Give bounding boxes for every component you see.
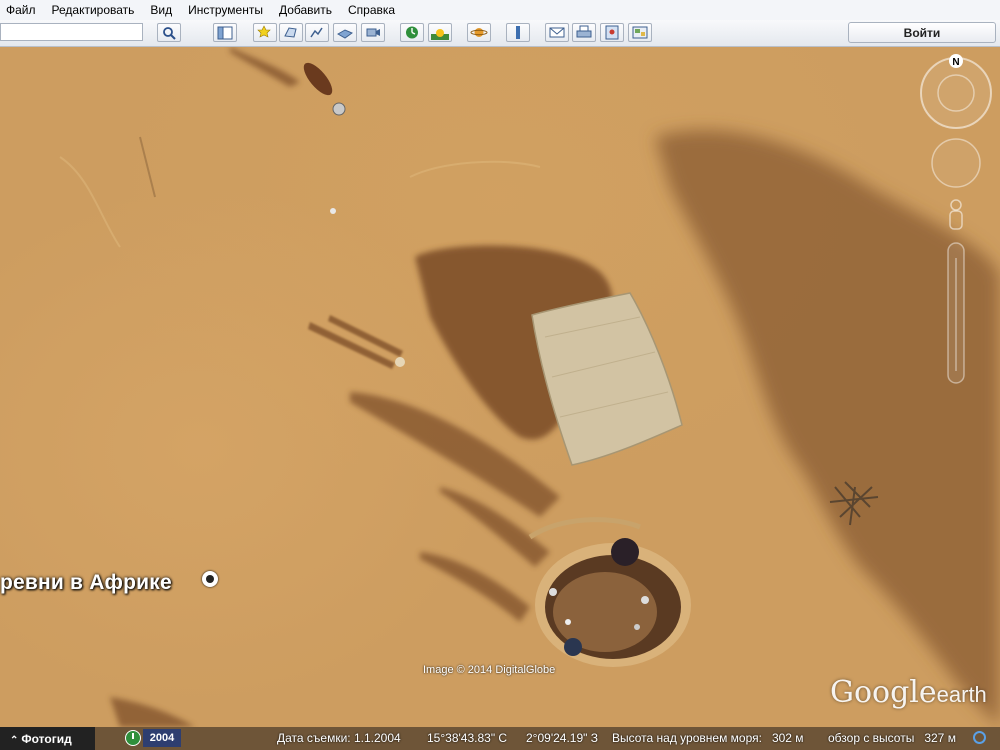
streaming-icon bbox=[973, 731, 986, 744]
image-overlay-button[interactable] bbox=[333, 23, 357, 42]
menu-tools[interactable]: Инструменты bbox=[180, 0, 271, 20]
add-path-button[interactable] bbox=[305, 23, 329, 42]
tour-guide-label: Фотогид bbox=[21, 731, 72, 746]
record-tour-button[interactable] bbox=[361, 23, 385, 42]
planets-icon bbox=[470, 28, 488, 37]
latitude: 15°38'43.83" С bbox=[427, 731, 508, 745]
menu-bar: Файл Редактировать Вид Инструменты Добав… bbox=[0, 0, 1000, 21]
tour-guide-button[interactable]: ⌃ Фотогид bbox=[0, 727, 95, 750]
longitude: 2°09'24.19" З bbox=[526, 731, 598, 745]
search-icon bbox=[163, 26, 176, 40]
place-marker-icon[interactable] bbox=[202, 571, 218, 587]
menu-edit[interactable]: Редактировать bbox=[44, 0, 143, 20]
record-tour-icon bbox=[366, 28, 380, 37]
menu-view[interactable]: Вид bbox=[142, 0, 180, 20]
logo-main: Google bbox=[830, 675, 937, 710]
polygon-icon bbox=[284, 27, 297, 38]
ruler-icon bbox=[516, 26, 520, 39]
print-icon bbox=[576, 25, 592, 38]
compass-ring[interactable]: N bbox=[920, 54, 992, 129]
logo-small: earth bbox=[936, 682, 987, 707]
historical-imagery-button[interactable] bbox=[400, 23, 424, 42]
imagery-year-badge[interactable]: 2004 bbox=[143, 729, 181, 747]
tracks bbox=[59, 136, 541, 248]
image-overlay-icon bbox=[337, 29, 353, 39]
street-view-pegman-icon[interactable] bbox=[949, 199, 963, 230]
search-button[interactable] bbox=[157, 23, 181, 42]
satellite-imagery bbox=[59, 47, 1000, 727]
maps-icon bbox=[632, 26, 648, 39]
imagery-date: Дата съемки: 1.1.2004 bbox=[277, 731, 401, 745]
save-image-icon bbox=[605, 25, 619, 40]
menu-help[interactable]: Справка bbox=[340, 0, 403, 20]
menu-add[interactable]: Добавить bbox=[271, 0, 340, 20]
login-button[interactable]: Войти bbox=[848, 22, 996, 43]
historical-imagery-icon bbox=[406, 26, 418, 39]
zoom-slider[interactable] bbox=[947, 242, 965, 384]
path-icon bbox=[310, 27, 323, 38]
google-earth-logo: Googleearth bbox=[830, 675, 987, 710]
image-credit: Image © 2014 DigitalGlobe bbox=[423, 664, 556, 676]
round-enclosure bbox=[528, 517, 691, 667]
toolbar: Войти bbox=[0, 20, 1000, 47]
sunlight-icon bbox=[431, 29, 449, 40]
print-button[interactable] bbox=[572, 23, 596, 42]
save-image-button[interactable] bbox=[600, 23, 624, 42]
sidebar-toggle-icon bbox=[217, 26, 233, 39]
sidebar-toggle-button[interactable] bbox=[213, 23, 237, 42]
view-in-maps-button[interactable] bbox=[628, 23, 652, 42]
tent-roof bbox=[531, 292, 683, 466]
navigation-controls[interactable]: N bbox=[918, 53, 994, 393]
add-placemark-button[interactable] bbox=[253, 23, 277, 42]
compass-north-label: N bbox=[952, 57, 959, 68]
menu-file[interactable]: Файл bbox=[0, 0, 44, 20]
map-viewport[interactable]: ревни в Африке Image © 2014 DigitalGlobe… bbox=[0, 47, 1000, 727]
search-input[interactable] bbox=[0, 23, 143, 41]
eye-altitude: обзор с высоты 327 м bbox=[828, 731, 956, 745]
status-bar: ⌃ Фотогид 2004 Дата съемки: 1.1.2004 15°3… bbox=[0, 727, 1000, 750]
historical-imagery-clock-icon[interactable] bbox=[125, 730, 141, 746]
email-icon bbox=[549, 27, 565, 38]
look-joystick[interactable] bbox=[931, 138, 981, 188]
chevron-up-icon: ⌃ bbox=[10, 734, 19, 746]
sunlight-button[interactable] bbox=[428, 23, 452, 42]
ruler-button[interactable] bbox=[506, 23, 530, 42]
animal bbox=[303, 62, 405, 367]
placemark-icon bbox=[257, 25, 271, 38]
people-shadows bbox=[308, 315, 403, 369]
add-polygon-button[interactable] bbox=[279, 23, 303, 42]
place-label[interactable]: ревни в Африке bbox=[0, 571, 172, 595]
planets-button[interactable] bbox=[467, 23, 491, 42]
email-button[interactable] bbox=[545, 23, 569, 42]
elevation: Высота над уровнем моря: 302 м bbox=[612, 731, 804, 745]
